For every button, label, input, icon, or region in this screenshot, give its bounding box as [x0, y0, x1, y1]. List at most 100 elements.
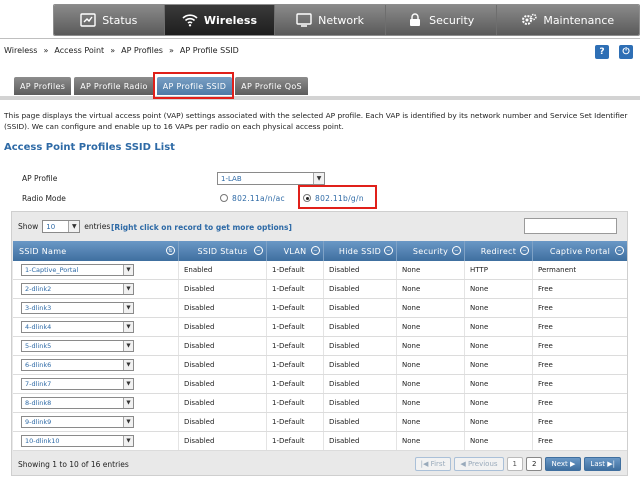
status-icon [80, 13, 96, 27]
radio-802-11a-n-ac[interactable] [220, 194, 228, 202]
cell-hide-ssid: Disabled [324, 261, 397, 279]
cell-hide-ssid: Disabled [324, 280, 397, 298]
table-row[interactable]: 10-dlink10 ▼ Disabled 1-Default Disabled None… [13, 432, 627, 451]
table-row[interactable]: 5-dlink5 ▼ Disabled 1-Default Disabled None No… [13, 337, 627, 356]
col-captive-portal[interactable]: Captive Portal − [533, 241, 627, 261]
nav-security[interactable]: Security [385, 5, 497, 35]
table-body: 1-Captive_Portal ▼ Enabled 1-Default Disable… [13, 261, 627, 451]
cell-ssid-name: 2-dlink2 ▼ [13, 280, 179, 298]
cell-vlan: 1-Default [267, 413, 324, 431]
cell-security: None [397, 299, 465, 317]
cell-hide-ssid: Disabled [324, 432, 397, 450]
ssid-select[interactable]: 8-dlink8 ▼ [21, 397, 134, 409]
breadcrumb-ap-profiles[interactable]: AP Profiles [121, 46, 163, 55]
cell-security: None [397, 375, 465, 393]
help-icon[interactable]: ? [595, 45, 609, 59]
tab-ap-profiles[interactable]: AP Profiles [14, 77, 72, 95]
ap-profile-label: AP Profile [22, 174, 58, 183]
ssid-select[interactable]: 6-dlink6 ▼ [21, 359, 134, 371]
pager-page-2[interactable]: 2 [526, 457, 543, 471]
ap-profile-select[interactable]: 1-LAB ▼ [217, 172, 325, 185]
pager-next-button[interactable]: Next ▶ [545, 457, 582, 471]
page-description: This page displays the virtual access po… [4, 111, 628, 131]
table-row[interactable]: 2-dlink2 ▼ Disabled 1-Default Disabled None No… [13, 280, 627, 299]
nav-label: Security [429, 13, 475, 27]
logout-icon[interactable]: ⏻ [619, 45, 633, 59]
table-row[interactable]: 3-dlink3 ▼ Disabled 1-Default Disabled None No… [13, 299, 627, 318]
radio-802-11b-g-n[interactable] [303, 194, 311, 202]
cell-hide-ssid: Disabled [324, 375, 397, 393]
ssid-select[interactable]: 5-dlink5 ▼ [21, 340, 134, 352]
breadcrumb-separator: » [110, 46, 116, 55]
table-search-input[interactable] [524, 218, 617, 234]
cell-security: None [397, 337, 465, 355]
ssid-select[interactable]: 4-dlink4 ▼ [21, 321, 134, 333]
col-vlan[interactable]: VLAN − [267, 241, 324, 261]
table-row[interactable]: 7-dlink7 ▼ Disabled 1-Default Disabled None No… [13, 375, 627, 394]
gears-icon [522, 13, 538, 25]
nav-maintenance[interactable]: Maintenance [496, 5, 639, 35]
col-security[interactable]: Security − [397, 241, 465, 261]
chevron-down-icon: ▼ [123, 303, 133, 313]
sort-icon: − [452, 246, 461, 255]
cell-ssid-name: 4-dlink4 ▼ [13, 318, 179, 336]
nav-wireless[interactable]: Wireless [164, 5, 276, 35]
table-row[interactable]: 8-dlink8 ▼ Disabled 1-Default Disabled None No… [13, 394, 627, 413]
ssid-select[interactable]: 1-Captive_Portal ▼ [21, 264, 134, 276]
cell-redirect: None [465, 375, 533, 393]
tab-ap-profile-radio[interactable]: AP Profile Radio [74, 77, 154, 95]
ssid-select[interactable]: 10-dlink10 ▼ [21, 435, 134, 447]
nav-network[interactable]: Network [275, 5, 386, 35]
cell-redirect: None [465, 413, 533, 431]
pager-last-button[interactable]: Last ▶| [584, 457, 621, 471]
cell-redirect: None [465, 280, 533, 298]
col-ssid-name[interactable]: SSID Name ⇅ [13, 241, 179, 261]
col-label: Redirect [480, 246, 517, 256]
cell-hide-ssid: Disabled [324, 413, 397, 431]
ssid-select[interactable]: 7-dlink7 ▼ [21, 378, 134, 390]
chevron-down-icon: ▼ [123, 417, 133, 427]
entries-select[interactable]: 10 ▼ [42, 220, 81, 233]
ssid-select[interactable]: 9-dlink9 ▼ [21, 416, 134, 428]
table-info: Showing 1 to 10 of 16 entries [18, 460, 129, 469]
ssid-value: 9-dlink9 [25, 418, 52, 426]
more-options-hint: [Right click on record to get more optio… [111, 223, 292, 232]
nav-status[interactable]: Status [54, 5, 165, 35]
chevron-down-icon: ▼ [313, 173, 324, 184]
col-hide-ssid[interactable]: Hide SSID − [324, 241, 397, 261]
col-ssid-status[interactable]: SSID Status − [179, 241, 267, 261]
breadcrumb-wireless[interactable]: Wireless [4, 46, 37, 55]
col-redirect[interactable]: Redirect − [465, 241, 533, 261]
tab-ap-profile-ssid[interactable]: AP Profile SSID [156, 77, 233, 95]
table-row[interactable]: 9-dlink9 ▼ Disabled 1-Default Disabled None No… [13, 413, 627, 432]
table-row[interactable]: 1-Captive_Portal ▼ Enabled 1-Default Disable… [13, 261, 627, 280]
cell-ssid-name: 6-dlink6 ▼ [13, 356, 179, 374]
chevron-down-icon: ▼ [123, 265, 133, 275]
ssid-select[interactable]: 3-dlink3 ▼ [21, 302, 134, 314]
chevron-down-icon: ▼ [123, 322, 133, 332]
pager-first-button[interactable]: |◀ First [414, 457, 452, 471]
cell-captive-portal: Free [538, 342, 553, 350]
pager-previous-button[interactable]: ◀ Previous [454, 457, 504, 471]
ssid-value: 10-dlink10 [25, 437, 60, 445]
cell-ssid-name: 1-Captive_Portal ▼ [13, 261, 179, 279]
cell-captive-portal: Free [538, 285, 553, 293]
breadcrumb-ap-profile-ssid: AP Profile SSID [179, 46, 239, 55]
table-row[interactable]: 4-dlink4 ▼ Disabled 1-Default Disabled None No… [13, 318, 627, 337]
chevron-down-icon: ▼ [123, 360, 133, 370]
tab-ap-profile-qos[interactable]: AP Profile QoS [235, 77, 308, 95]
pager-page-1[interactable]: 1 [506, 457, 524, 471]
cell-captive-portal: Free [538, 437, 553, 445]
entries-label: entries [84, 222, 111, 231]
ssid-select[interactable]: 2-dlink2 ▼ [21, 283, 134, 295]
table-row[interactable]: 6-dlink6 ▼ Disabled 1-Default Disabled None No… [13, 356, 627, 375]
breadcrumb-access-point[interactable]: Access Point [54, 46, 104, 55]
next-icon: ▶ [570, 460, 576, 468]
pager-label: Next [551, 460, 568, 468]
cell-captive-portal: Free [538, 399, 553, 407]
chevron-down-icon: ▼ [123, 398, 133, 408]
cell-vlan: 1-Default [267, 375, 324, 393]
wireless-icon [182, 14, 198, 27]
table-header: SSID Name ⇅ SSID Status − VLAN − Hide SSID −… [13, 241, 627, 261]
cell-ssid-name: 9-dlink9 ▼ [13, 413, 179, 431]
